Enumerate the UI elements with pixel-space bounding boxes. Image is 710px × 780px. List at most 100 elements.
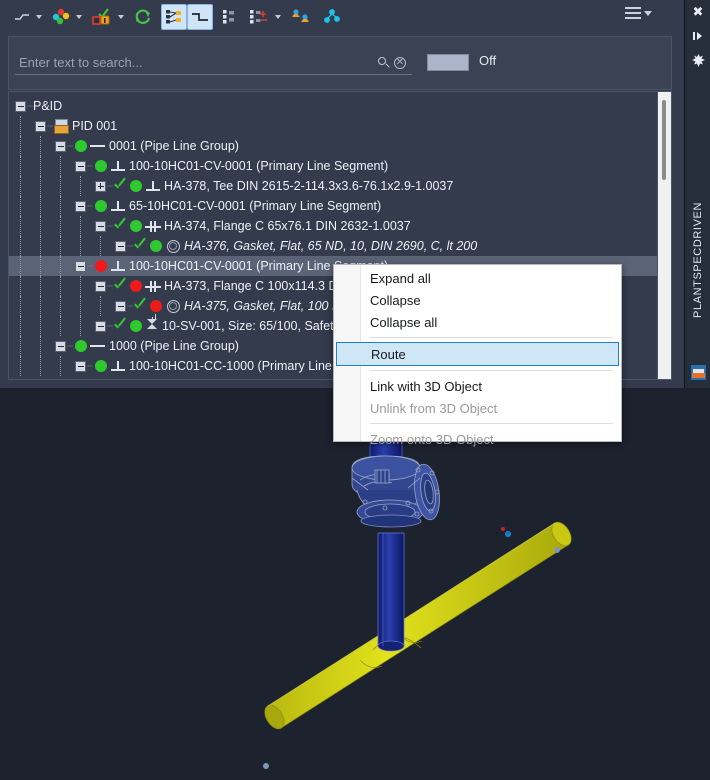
- valve-icon: [144, 317, 160, 333]
- tree-row[interactable]: HA-378, Tee DIN 2615-2-114.3x3.6-76.1x2.…: [9, 176, 657, 196]
- tree-guide-line: [100, 296, 101, 316]
- tree-collapse-icon[interactable]: [15, 100, 26, 112]
- validate-caret-icon[interactable]: [116, 4, 125, 30]
- tree-collapse-icon[interactable]: [75, 360, 86, 372]
- context-menu-item-collapse[interactable]: Collapse: [334, 289, 621, 311]
- tree-guide-line: [60, 196, 61, 216]
- status-ok-icon: [150, 240, 162, 252]
- tree-collapse-icon[interactable]: [95, 280, 106, 292]
- context-menu-item-expand-all[interactable]: Expand all: [334, 267, 621, 289]
- status-colors-caret-icon[interactable]: [74, 4, 83, 30]
- tree-collapse-icon[interactable]: [95, 220, 106, 232]
- tee-icon: [109, 159, 127, 173]
- status-ok-icon: [130, 220, 142, 232]
- context-menu-item-route[interactable]: Route: [336, 342, 619, 366]
- check-icon: [113, 319, 127, 333]
- tee-icon: [109, 359, 127, 373]
- palette-dock-strip: ✖ PLANTSPECDRIVEN: [684, 0, 710, 388]
- search-box[interactable]: ✕: [15, 51, 412, 75]
- context-menu-separator: [370, 423, 613, 424]
- tree-collapse-icon[interactable]: [55, 340, 66, 352]
- line-icon: [89, 139, 107, 153]
- tree-row-label: PID 001: [72, 119, 118, 133]
- check-icon: [133, 299, 147, 313]
- clear-search-icon[interactable]: ✕: [392, 54, 408, 72]
- tree-guide-line: [100, 236, 101, 256]
- context-menu-separator: [370, 370, 613, 371]
- tree-guide-line: [20, 156, 21, 176]
- tree-guide-line: [80, 176, 81, 196]
- tree-guide-line: [60, 256, 61, 276]
- tree-row-label: 0001 (Pipe Line Group): [109, 139, 239, 153]
- context-menu-item-zoom-onto-3d-object: Zoom onto 3D Object: [370, 431, 494, 447]
- tree-guide-line: [60, 296, 61, 316]
- tree-row[interactable]: 100-10HC01-CV-0001 (Primary Line Segment…: [9, 156, 657, 176]
- close-icon[interactable]: ✖: [685, 0, 710, 24]
- link-3d-button[interactable]: [287, 4, 315, 30]
- tree-vertical-scrollbar[interactable]: [657, 92, 671, 379]
- line-style-dropdown[interactable]: [10, 4, 34, 30]
- tree-guide-line: [20, 316, 21, 336]
- refresh-button[interactable]: [130, 4, 156, 30]
- tree-row[interactable]: 0001 (Pipe Line Group): [9, 136, 657, 156]
- tree-guide-line: [40, 196, 41, 216]
- pid-drawing-icon: [54, 119, 69, 134]
- tree-row[interactable]: HA-374, Flange C 65x76.1 DIN 2632-1.0037: [9, 216, 657, 236]
- tree-collapse-icon[interactable]: [115, 240, 126, 252]
- show-route-toggle[interactable]: [187, 4, 213, 30]
- tree-collapse-icon[interactable]: [35, 120, 46, 132]
- tree-collapse-icon[interactable]: [75, 260, 86, 272]
- tree-row[interactable]: P&ID: [9, 96, 657, 116]
- tree-guide-line: [60, 316, 61, 336]
- context-menu-separator: [370, 337, 613, 338]
- spec-nodes-button[interactable]: [320, 4, 344, 30]
- tree-guide-line: [60, 156, 61, 176]
- auto-hide-icon[interactable]: [685, 24, 710, 48]
- check-icon: [113, 279, 127, 293]
- tree-guide-line: [40, 276, 41, 296]
- status-ok-icon: [95, 360, 107, 372]
- tree-guide-line: [40, 296, 41, 316]
- properties-icon[interactable]: [685, 48, 710, 72]
- tree-row[interactable]: HA-376, Gasket, Flat, 65 ND, 10, DIN 269…: [9, 236, 657, 256]
- tree-row[interactable]: PID 001: [9, 116, 657, 136]
- add-remove-dropdown[interactable]: [245, 4, 273, 30]
- tree-guide-line: [20, 276, 21, 296]
- tree-guide-line: [40, 316, 41, 336]
- tree-collapse-icon[interactable]: [75, 160, 86, 172]
- plant-spec-badge-icon[interactable]: [690, 364, 707, 381]
- search-panel: ✕ Off: [8, 36, 672, 90]
- tree-guide-line: [60, 276, 61, 296]
- context-menu-item-link-with-3d-object[interactable]: Link with 3D Object: [334, 375, 621, 397]
- line-icon: [89, 339, 107, 353]
- tree-guide-line: [20, 336, 21, 356]
- collapse-tree-button[interactable]: [218, 4, 240, 30]
- tree-row[interactable]: 65-10HC01-CV-0001 (Primary Line Segment): [9, 196, 657, 216]
- status-colors-dropdown[interactable]: [48, 4, 74, 30]
- line-style-caret-icon[interactable]: [34, 4, 43, 30]
- tree-expand-icon[interactable]: [95, 180, 106, 192]
- tree-collapse-icon[interactable]: [115, 300, 126, 312]
- panel-menu-button[interactable]: [625, 7, 652, 19]
- tree-guide-line: [60, 236, 61, 256]
- search-icon[interactable]: [376, 54, 392, 72]
- add-remove-caret-icon[interactable]: [273, 4, 282, 30]
- tree-guide-line: [40, 136, 41, 156]
- context-menu-item-collapse-all[interactable]: Collapse all: [334, 311, 621, 333]
- validate-dropdown[interactable]: [88, 4, 116, 30]
- status-ok-icon: [95, 160, 107, 172]
- show-tree-structure-toggle[interactable]: [161, 4, 187, 30]
- search-input[interactable]: [19, 55, 376, 70]
- status-ok-icon: [95, 200, 107, 212]
- tree-collapse-icon[interactable]: [75, 200, 86, 212]
- tree-connector: [87, 265, 93, 267]
- tree-collapse-icon[interactable]: [55, 140, 66, 152]
- tree-context-menu[interactable]: Expand all Collapse Collapse all Route Link …: [333, 264, 622, 447]
- tree-scrollbar-thumb[interactable]: [662, 100, 666, 180]
- chevron-down-icon: [644, 10, 652, 16]
- tree-guide-line: [80, 316, 81, 336]
- context-menu-items: Expand all Collapse Collapse all Route Link …: [334, 267, 621, 450]
- tree-connector: [47, 125, 53, 127]
- filter-color-swatch[interactable]: [427, 54, 469, 71]
- tree-collapse-icon[interactable]: [95, 320, 106, 332]
